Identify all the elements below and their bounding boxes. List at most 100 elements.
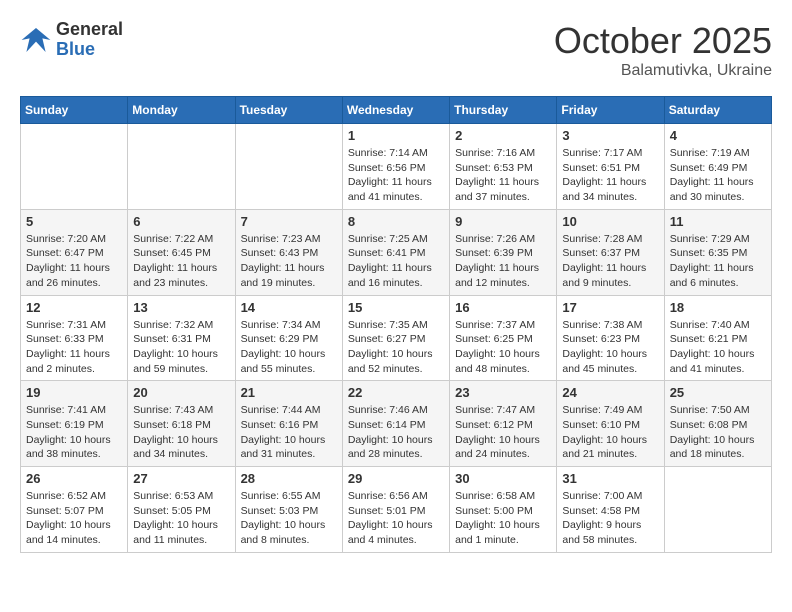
calendar-cell: 25 Sunrise: 7:50 AMSunset: 6:08 PMDayligh… <box>664 381 771 467</box>
day-info: Sunrise: 7:40 AMSunset: 6:21 PMDaylight:… <box>670 318 766 377</box>
day-info: Sunrise: 7:31 AMSunset: 6:33 PMDaylight:… <box>26 318 122 377</box>
calendar-cell: 7Sunrise: 7:23 AMSunset: 6:43 PMDaylight… <box>235 209 342 295</box>
calendar-cell: 18Sunrise: 7:40 AMSunset: 6:21 PMDayligh… <box>664 295 771 381</box>
day-number: 10 <box>562 214 658 229</box>
calendar-cell: 3 Sunrise: 7:17 AMSunset: 6:51 PMDaylight… <box>557 124 664 210</box>
calendar-week-row: 26Sunrise: 6:52 AMSunset: 5:07 PMDayligh… <box>21 467 772 553</box>
calendar-cell: 5Sunrise: 7:20 AMSunset: 6:47 PMDaylight… <box>21 209 128 295</box>
day-number: 3 <box>562 128 658 143</box>
calendar-table: SundayMondayTuesdayWednesdayThursdayFrid… <box>20 96 772 553</box>
day-number: 29 <box>348 471 444 486</box>
day-number: 25 <box>670 385 766 400</box>
weekday-header-tuesday: Tuesday <box>235 97 342 124</box>
day-info: Sunrise: 7:38 AMSunset: 6:23 PMDaylight:… <box>562 318 658 377</box>
weekday-header-row: SundayMondayTuesdayWednesdayThursdayFrid… <box>21 97 772 124</box>
weekday-header-friday: Friday <box>557 97 664 124</box>
calendar-cell: 26Sunrise: 6:52 AMSunset: 5:07 PMDayligh… <box>21 467 128 553</box>
calendar-cell: 4 Sunrise: 7:19 AMSunset: 6:49 PMDaylight… <box>664 124 771 210</box>
day-number: 16 <box>455 300 551 315</box>
weekday-header-monday: Monday <box>128 97 235 124</box>
calendar-cell: 29 Sunrise: 6:56 AMSunset: 5:01 PMDayligh… <box>342 467 449 553</box>
calendar-cell: 22 Sunrise: 7:46 AMSunset: 6:14 PMDayligh… <box>342 381 449 467</box>
day-info: Sunrise: 7:25 AMSunset: 6:41 PMDaylight:… <box>348 232 444 291</box>
calendar-cell: 2 Sunrise: 7:16 AMSunset: 6:53 PMDaylight… <box>450 124 557 210</box>
day-info: Sunrise: 7:16 AMSunset: 6:53 PMDaylight:… <box>455 146 551 205</box>
day-number: 4 <box>670 128 766 143</box>
day-info: Sunrise: 7:35 AMSunset: 6:27 PMDaylight:… <box>348 318 444 377</box>
day-info: Sunrise: 7:43 AMSunset: 6:18 PMDaylight:… <box>133 403 229 462</box>
calendar-cell: 16Sunrise: 7:37 AMSunset: 6:25 PMDayligh… <box>450 295 557 381</box>
day-info: Sunrise: 6:56 AMSunset: 5:01 PMDaylight:… <box>348 489 444 548</box>
calendar-cell: 8 Sunrise: 7:25 AMSunset: 6:41 PMDaylight… <box>342 209 449 295</box>
calendar-cell: 23Sunrise: 7:47 AMSunset: 6:12 PMDayligh… <box>450 381 557 467</box>
calendar-week-row: 12 Sunrise: 7:31 AMSunset: 6:33 PMDayligh… <box>21 295 772 381</box>
calendar-cell: 27 Sunrise: 6:53 AMSunset: 5:05 PMDayligh… <box>128 467 235 553</box>
month-title: October 2025 <box>554 20 772 62</box>
day-number: 17 <box>562 300 658 315</box>
day-info: Sunrise: 6:53 AMSunset: 5:05 PMDaylight:… <box>133 489 229 548</box>
day-number: 24 <box>562 385 658 400</box>
calendar-cell: 31 Sunrise: 7:00 AMSunset: 4:58 PMDayligh… <box>557 467 664 553</box>
day-info: Sunrise: 7:46 AMSunset: 6:14 PMDaylight:… <box>348 403 444 462</box>
calendar-cell: 10Sunrise: 7:28 AMSunset: 6:37 PMDayligh… <box>557 209 664 295</box>
calendar-week-row: 19 Sunrise: 7:41 AMSunset: 6:19 PMDayligh… <box>21 381 772 467</box>
day-number: 20 <box>133 385 229 400</box>
calendar-cell: 17 Sunrise: 7:38 AMSunset: 6:23 PMDayligh… <box>557 295 664 381</box>
calendar-cell: 11 Sunrise: 7:29 AMSunset: 6:35 PMDayligh… <box>664 209 771 295</box>
weekday-header-thursday: Thursday <box>450 97 557 124</box>
calendar-week-row: 1Sunrise: 7:14 AMSunset: 6:56 PMDaylight… <box>21 124 772 210</box>
day-info: Sunrise: 7:19 AMSunset: 6:49 PMDaylight:… <box>670 146 766 205</box>
calendar-cell: 20 Sunrise: 7:43 AMSunset: 6:18 PMDayligh… <box>128 381 235 467</box>
day-info: Sunrise: 7:00 AMSunset: 4:58 PMDaylight:… <box>562 489 658 548</box>
day-info: Sunrise: 6:55 AMSunset: 5:03 PMDaylight:… <box>241 489 337 548</box>
location: Balamutivka, Ukraine <box>554 62 772 80</box>
day-number: 15 <box>348 300 444 315</box>
calendar-cell <box>128 124 235 210</box>
day-info: Sunrise: 7:29 AMSunset: 6:35 PMDaylight:… <box>670 232 766 291</box>
day-number: 28 <box>241 471 337 486</box>
calendar-cell <box>21 124 128 210</box>
calendar-cell: 30 Sunrise: 6:58 AMSunset: 5:00 PMDayligh… <box>450 467 557 553</box>
day-number: 5 <box>26 214 122 229</box>
day-number: 22 <box>348 385 444 400</box>
day-number: 6 <box>133 214 229 229</box>
day-info: Sunrise: 7:41 AMSunset: 6:19 PMDaylight:… <box>26 403 122 462</box>
calendar-cell: 19 Sunrise: 7:41 AMSunset: 6:19 PMDayligh… <box>21 381 128 467</box>
day-number: 8 <box>348 214 444 229</box>
day-number: 2 <box>455 128 551 143</box>
calendar-cell: 28 Sunrise: 6:55 AMSunset: 5:03 PMDayligh… <box>235 467 342 553</box>
weekday-header-wednesday: Wednesday <box>342 97 449 124</box>
day-info: Sunrise: 7:50 AMSunset: 6:08 PMDaylight:… <box>670 403 766 462</box>
calendar-cell: 6 Sunrise: 7:22 AMSunset: 6:45 PMDaylight… <box>128 209 235 295</box>
title-block: October 2025 Balamutivka, Ukraine <box>554 20 772 80</box>
day-info: Sunrise: 6:52 AMSunset: 5:07 PMDaylight:… <box>26 489 122 548</box>
calendar-cell: 12 Sunrise: 7:31 AMSunset: 6:33 PMDayligh… <box>21 295 128 381</box>
day-info: Sunrise: 7:22 AMSunset: 6:45 PMDaylight:… <box>133 232 229 291</box>
weekday-header-sunday: Sunday <box>21 97 128 124</box>
day-number: 14 <box>241 300 337 315</box>
day-number: 19 <box>26 385 122 400</box>
calendar-cell <box>664 467 771 553</box>
calendar-cell <box>235 124 342 210</box>
day-number: 12 <box>26 300 122 315</box>
day-info: Sunrise: 7:44 AMSunset: 6:16 PMDaylight:… <box>241 403 337 462</box>
day-number: 1 <box>348 128 444 143</box>
calendar-cell: 14Sunrise: 7:34 AMSunset: 6:29 PMDayligh… <box>235 295 342 381</box>
day-number: 9 <box>455 214 551 229</box>
day-number: 30 <box>455 471 551 486</box>
day-info: Sunrise: 7:17 AMSunset: 6:51 PMDaylight:… <box>562 146 658 205</box>
day-info: Sunrise: 7:49 AMSunset: 6:10 PMDaylight:… <box>562 403 658 462</box>
day-number: 7 <box>241 214 337 229</box>
calendar-cell: 1Sunrise: 7:14 AMSunset: 6:56 PMDaylight… <box>342 124 449 210</box>
logo-icon <box>20 24 52 56</box>
day-number: 31 <box>562 471 658 486</box>
day-number: 11 <box>670 214 766 229</box>
day-number: 27 <box>133 471 229 486</box>
day-info: Sunrise: 7:26 AMSunset: 6:39 PMDaylight:… <box>455 232 551 291</box>
weekday-header-saturday: Saturday <box>664 97 771 124</box>
calendar-cell: 24 Sunrise: 7:49 AMSunset: 6:10 PMDayligh… <box>557 381 664 467</box>
page-header: General Blue October 2025 Balamutivka, U… <box>20 20 772 80</box>
day-number: 13 <box>133 300 229 315</box>
day-info: Sunrise: 6:58 AMSunset: 5:00 PMDaylight:… <box>455 489 551 548</box>
logo-text: General Blue <box>56 20 123 60</box>
